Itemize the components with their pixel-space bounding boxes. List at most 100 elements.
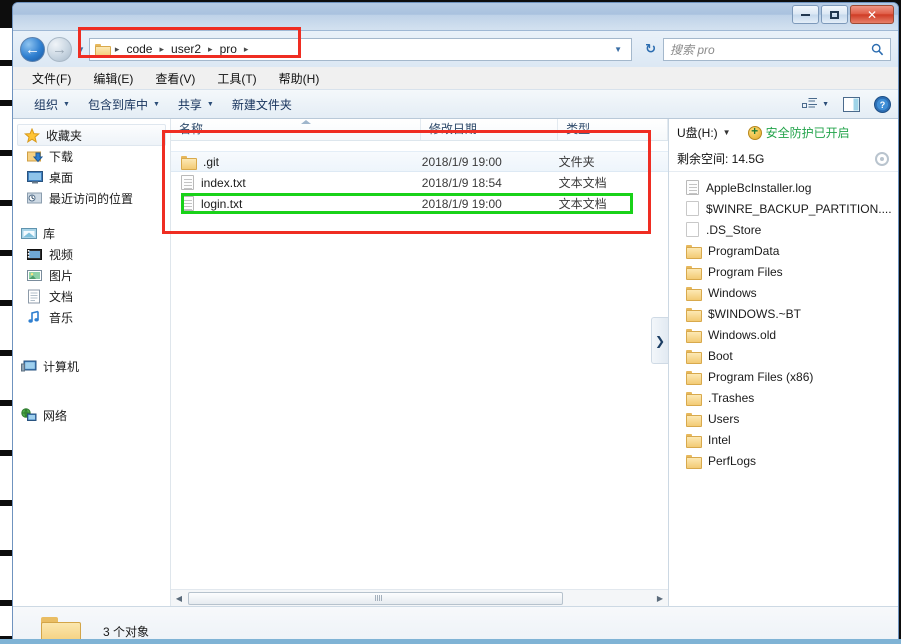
horizontal-scrollbar[interactable]: ◀ ▶ [171, 589, 668, 606]
view-options-button[interactable]: ▼ [795, 94, 836, 114]
scroll-right-arrow[interactable]: ▶ [652, 591, 668, 606]
usb-drive-pane: U盘(H:) ▼ 安全防护已开启 剩余空间: 14.5G AppleBcInst… [668, 119, 898, 606]
menu-item-edit[interactable]: 编辑(E) [84, 68, 142, 89]
list-item-label: $WINRE_BACKUP_PARTITION.... [706, 201, 892, 216]
downloads-icon [27, 149, 44, 164]
maximize-button[interactable] [821, 5, 848, 24]
list-item[interactable]: $WINRE_BACKUP_PARTITION.... [669, 198, 898, 219]
list-item-label: $WINDOWS.~BT [708, 306, 802, 321]
scroll-left-arrow[interactable]: ◀ [171, 591, 187, 606]
breadcrumb-item-code[interactable]: code [122, 40, 156, 58]
share-button[interactable]: 共享 ▼ [169, 92, 223, 117]
menu-item-help[interactable]: 帮助(H) [270, 68, 329, 89]
list-item[interactable]: .DS_Store [669, 219, 898, 240]
sidebar-item-favorites[interactable]: 收藏夹 [17, 124, 166, 146]
text-file-icon [686, 180, 699, 195]
forward-button[interactable]: → [47, 36, 72, 62]
menu-item-view[interactable]: 查看(V) [146, 68, 204, 89]
history-dropdown-icon[interactable]: ▼ [77, 45, 85, 54]
chevron-down-icon[interactable]: ▼ [723, 128, 731, 137]
address-dropdown-icon[interactable]: ▼ [607, 45, 629, 54]
list-item[interactable]: Program Files (x86) [669, 366, 898, 387]
shield-icon [747, 124, 762, 140]
search-input[interactable]: 搜索 pro [663, 37, 891, 61]
preview-pane-button[interactable] [836, 94, 867, 115]
scrollbar-thumb[interactable] [188, 591, 563, 605]
sidebar-item-music[interactable]: 音乐 [13, 307, 170, 328]
close-button[interactable]: ✕ [850, 5, 894, 24]
usb-drive-label[interactable]: U盘(H:) [677, 124, 718, 141]
usb-free-space-row: 剩余空间: 14.5G [669, 146, 898, 172]
file-type-cell: 文件夹 [558, 155, 595, 169]
list-item-label: .DS_Store [706, 222, 762, 237]
breadcrumb-item-pro[interactable]: pro [216, 40, 241, 58]
sidebar-item-recent-places[interactable]: 最近访问的位置 [13, 188, 170, 209]
sort-ascending-icon [301, 120, 311, 124]
back-button[interactable]: ← [20, 36, 45, 62]
videos-icon [27, 247, 43, 262]
text-file-icon [181, 196, 194, 211]
pictures-icon [27, 268, 43, 283]
list-item[interactable]: .Trashes [669, 387, 898, 408]
folder-icon [686, 370, 702, 385]
sidebar-label-libraries: 库 [43, 227, 56, 241]
list-item[interactable]: Program Files [669, 261, 898, 282]
folder-icon [686, 433, 702, 448]
address-bar[interactable]: ▸ code ▸ user2 ▸ pro ▸ ▼ [88, 37, 633, 61]
sidebar-item-videos[interactable]: 视频 [13, 244, 170, 265]
list-item[interactable]: Windows [669, 282, 898, 303]
include-in-library-label: 包含到库中 [87, 97, 148, 112]
sidebar-item-network[interactable]: 网络 [13, 405, 170, 426]
table-row[interactable]: login.txt 2018/1/9 19:00 文本文档 [171, 193, 668, 214]
search-placeholder: 搜索 pro [670, 42, 715, 57]
list-item[interactable]: Intel [669, 429, 898, 450]
menu-item-tools[interactable]: 工具(T) [208, 68, 265, 89]
list-item[interactable]: ProgramData [669, 240, 898, 261]
sidebar-item-documents[interactable]: 文档 [13, 286, 170, 307]
file-date-cell: 2018/1/9 18:54 [421, 175, 502, 190]
table-row[interactable]: index.txt 2018/1/9 18:54 文本文档 [171, 172, 668, 193]
sidebar-item-libraries[interactable]: 库 [13, 223, 170, 244]
collapse-pane-handle[interactable]: ❯ [651, 317, 668, 364]
sidebar-label-favorites: 收藏夹 [46, 128, 83, 143]
help-button[interactable]: ? [867, 93, 898, 116]
sidebar-item-pictures[interactable]: 图片 [13, 265, 170, 286]
share-label: 共享 [177, 97, 202, 112]
list-item[interactable]: Windows.old [669, 324, 898, 345]
explorer-window: ✕ ← → ▼ ▸ code ▸ user2 ▸ pro ▸ ▼ ↻ 搜索 pr… [12, 2, 899, 644]
list-item[interactable]: Users [669, 408, 898, 429]
sidebar-item-computer[interactable]: 计算机 [13, 356, 170, 377]
sidebar-label-recent-places: 最近访问的位置 [49, 192, 134, 206]
view-options-icon [802, 98, 818, 108]
list-item[interactable]: AppleBcInstaller.log [669, 177, 898, 198]
navigation-pane: 收藏夹 下载 桌面 最近访问的位置 库 视频 图片 文档 音乐 计算机 网络 [13, 119, 171, 606]
column-header-type[interactable]: 类型 [558, 119, 668, 140]
gear-icon[interactable] [875, 151, 889, 166]
menu-item-file[interactable]: 文件(F) [23, 68, 80, 89]
breadcrumb-item-user2[interactable]: user2 [167, 40, 205, 58]
sidebar-item-desktop[interactable]: 桌面 [13, 167, 170, 188]
list-item[interactable]: $WINDOWS.~BT [669, 303, 898, 324]
list-item-label: Windows.old [708, 327, 777, 342]
desktop-icon [27, 170, 43, 185]
usb-header: U盘(H:) ▼ 安全防护已开启 [669, 119, 898, 146]
column-header-date[interactable]: 修改日期 [421, 119, 559, 140]
organize-button[interactable]: 组织 ▼ [25, 92, 79, 117]
star-icon [23, 127, 41, 143]
table-row[interactable]: .git 2018/1/9 19:00 文件夹 [171, 151, 668, 172]
sidebar-item-downloads[interactable]: 下载 [13, 146, 170, 167]
refresh-icon[interactable]: ↻ [638, 41, 663, 57]
file-name-label: login.txt [201, 196, 243, 211]
list-item[interactable]: PerfLogs [669, 450, 898, 471]
column-header-name[interactable]: 名称 [171, 119, 421, 140]
minimize-button[interactable] [792, 5, 819, 24]
new-folder-button[interactable]: 新建文件夹 [223, 92, 301, 117]
list-item[interactable]: Boot [669, 345, 898, 366]
include-in-library-button[interactable]: 包含到库中 ▼ [79, 92, 169, 117]
desktop-bottom-strip [0, 639, 901, 644]
file-list-pane: 名称 修改日期 类型 .git 2018/1/9 19:00 文件夹 index… [171, 119, 668, 606]
menu-bar: 文件(F) 编辑(E) 查看(V) 工具(T) 帮助(H) [13, 67, 898, 89]
computer-icon [21, 359, 37, 374]
